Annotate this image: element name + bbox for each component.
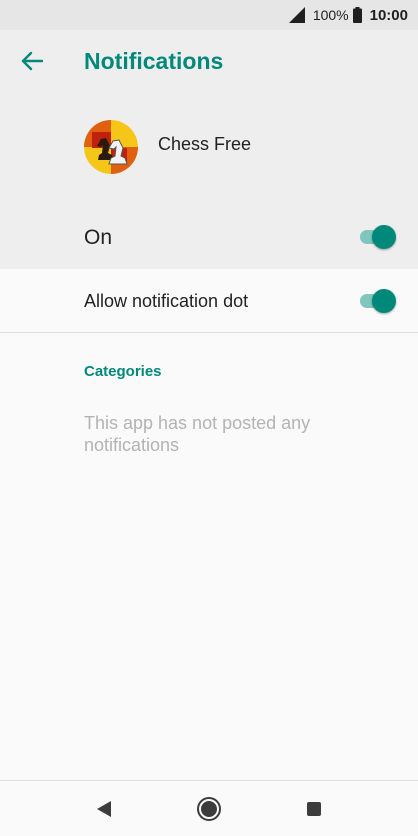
- battery-percentage: 100%: [312, 7, 349, 23]
- nav-home-button[interactable]: [195, 795, 223, 823]
- nav-recents-button[interactable]: [300, 795, 328, 823]
- app-icon: [84, 120, 138, 174]
- home-circle-icon: [197, 797, 221, 821]
- notifications-screen: 100% 10:00 Notifications Chess Free On A…: [0, 0, 418, 836]
- navigation-bar: [0, 780, 418, 836]
- battery-icon: [352, 7, 362, 23]
- allow-notification-dot-row[interactable]: Allow notification dot: [0, 269, 418, 333]
- page-title: Notifications: [84, 48, 224, 74]
- back-triangle-icon: [97, 801, 111, 817]
- status-bar: 100% 10:00: [0, 0, 418, 30]
- arrow-left-icon: [21, 51, 43, 71]
- master-notifications-toggle[interactable]: [358, 225, 396, 249]
- chess-knight-icon: [84, 120, 138, 174]
- status-time: 10:00: [369, 6, 408, 24]
- app-header: Notifications Chess Free On: [0, 30, 418, 269]
- recents-square-icon: [307, 802, 321, 816]
- notification-dot-toggle[interactable]: [358, 289, 396, 313]
- empty-categories-message: This app has not posted any notification…: [84, 413, 311, 455]
- allow-notification-dot-label: Allow notification dot: [84, 291, 249, 311]
- app-name: Chess Free: [158, 134, 252, 154]
- master-toggle-label: On: [84, 226, 113, 249]
- back-button[interactable]: [14, 46, 50, 76]
- signal-icon: [288, 7, 305, 23]
- toggle-thumb: [372, 289, 396, 313]
- toggle-thumb: [372, 225, 396, 249]
- categories-header: Categories: [84, 363, 162, 380]
- nav-back-button[interactable]: [90, 795, 118, 823]
